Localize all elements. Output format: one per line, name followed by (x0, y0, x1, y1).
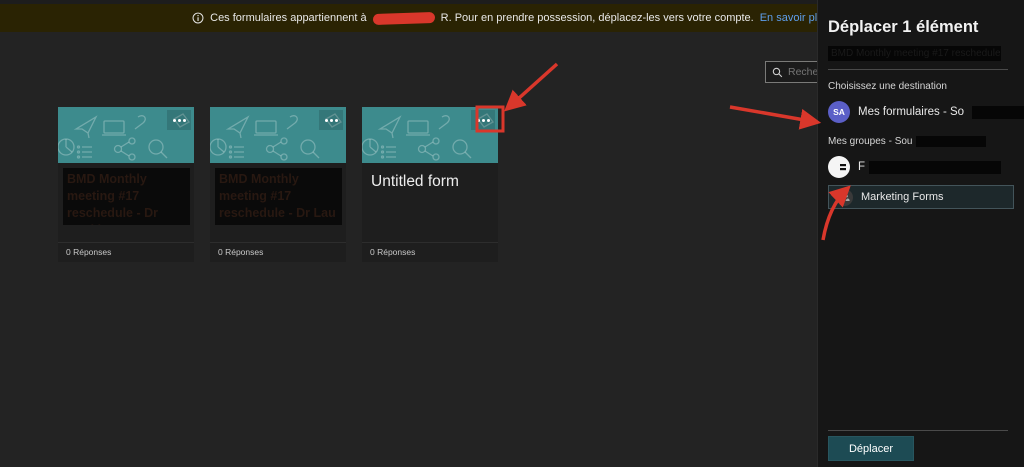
responses-count: 0 Réponses (58, 242, 194, 262)
redaction-bar (916, 136, 986, 147)
form-card-header (210, 107, 346, 163)
redaction-bar (972, 106, 1024, 119)
forms-app-window: Ces formulaires appartiennent à R. Pour … (0, 0, 1024, 467)
arrow-to-groups (730, 107, 816, 122)
my-groups-label: Mes groupes - Sou (828, 136, 1024, 147)
info-icon (192, 12, 204, 24)
form-card[interactable]: Untitled form 0 Réponses (362, 107, 498, 262)
redaction-bar (869, 161, 1001, 174)
group-2-label: Marketing Forms (861, 191, 944, 203)
my-forms-label: Mes formulaires - So (858, 106, 964, 118)
avatar: SA (828, 101, 850, 123)
redacted-selected-item: BMD Monthly meeting #17 reschedule - Dr … (828, 46, 1001, 61)
form-card[interactable]: BMD Monthly meeting #17 reschedule - Dr … (210, 107, 346, 262)
destination-my-forms[interactable]: SA Mes formulaires - So (828, 101, 1024, 123)
group-1-label: F (858, 161, 865, 173)
move-panel: Déplacer 1 élément BMD Monthly meeting #… (817, 0, 1024, 467)
more-options-icon[interactable] (319, 110, 343, 130)
banner-text-prefix: Ces formulaires appartiennent à (210, 12, 367, 24)
form-card-body: BMD Monthly meeting #17 reschedule - Dr … (58, 163, 194, 242)
form-card[interactable]: BMD Monthly meeting #17 reschedule - Dr … (58, 107, 194, 262)
destination-group-marketing-forms[interactable]: Marketing Forms (828, 185, 1014, 209)
group-logo-icon (828, 156, 850, 178)
form-card-header (362, 107, 498, 163)
form-card-body: Untitled form (362, 163, 498, 242)
more-options-icon[interactable] (471, 110, 495, 130)
search-icon (772, 67, 783, 78)
form-card-header (58, 107, 194, 163)
divider (828, 69, 1008, 70)
arrow-to-more-options (508, 64, 557, 108)
destination-label: Choisissez une destination (828, 81, 1024, 92)
redacted-form-title: BMD Monthly meeting #17 reschedule - Dr … (215, 168, 342, 225)
redacted-form-title: BMD Monthly meeting #17 reschedule - Dr … (63, 168, 190, 225)
responses-count: 0 Réponses (210, 242, 346, 262)
form-card-body: BMD Monthly meeting #17 reschedule - Dr … (210, 163, 346, 242)
group-people-icon (836, 189, 853, 206)
form-title: Untitled form (362, 163, 498, 191)
move-panel-title: Déplacer 1 élément (828, 18, 1024, 37)
destination-group-1[interactable]: F (828, 156, 1024, 178)
responses-count: 0 Réponses (362, 242, 498, 262)
more-options-icon[interactable] (167, 110, 191, 130)
move-button[interactable]: Déplacer (828, 436, 914, 461)
banner-text-suffix: R. Pour en prendre possession, déplacez-… (441, 12, 754, 24)
redaction-scribble (372, 11, 434, 24)
divider (828, 430, 1008, 431)
